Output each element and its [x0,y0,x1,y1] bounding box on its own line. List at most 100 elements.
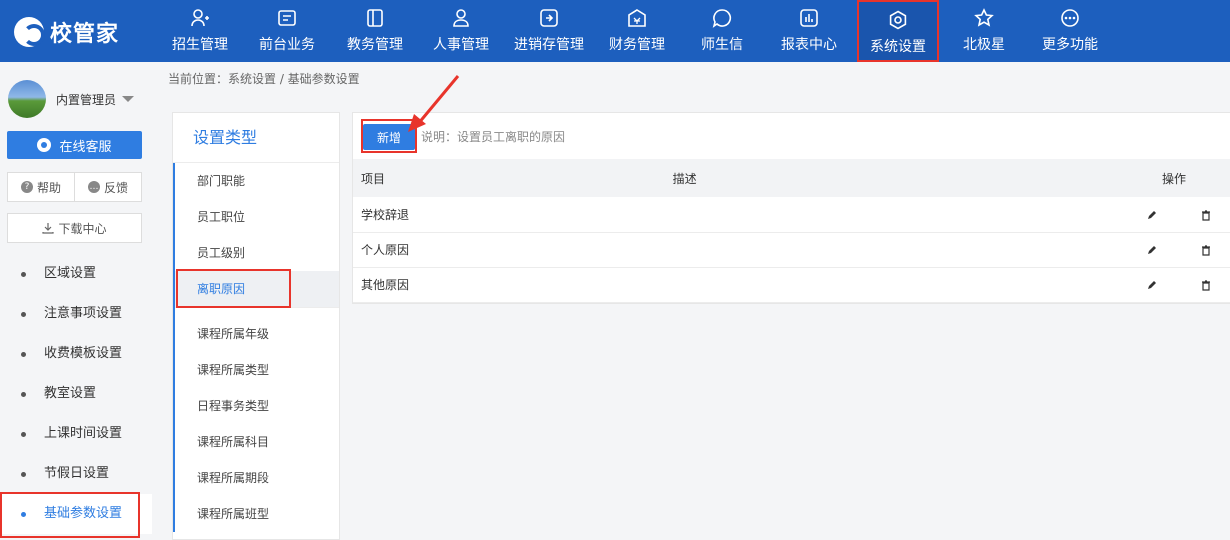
cell-desc [672,197,1123,233]
feedback-label: 反馈 [103,180,128,195]
nav-label: 人事管理 [433,37,489,53]
nav-item-system-settings[interactable]: 系统设置 [857,0,939,62]
online-service-label: 在线客服 [59,139,112,155]
help-icon: ? [20,181,33,193]
cell-item: 其他原因 [353,267,673,303]
chart-icon [800,9,818,27]
type-item-position[interactable]: 员工职位 [175,199,339,235]
nav-item-front-desk[interactable]: 前台业务 [247,0,327,62]
front-desk-icon [278,10,296,26]
person-icon [453,9,469,27]
table-header: 项目 描述 操作 [353,159,1230,197]
trash-icon [1202,210,1210,221]
download-label: 下载中心 [58,221,107,236]
table-row: 学校辞退 [353,197,1230,233]
cell-item: 学校辞退 [353,197,673,233]
user-menu[interactable]: 内置管理员 [8,80,135,118]
user-name: 内置管理员 [56,92,117,107]
reasons-table: 项目 描述 操作 学校辞退 个人原因 其他原因 [353,159,1230,303]
nav-item-polaris[interactable]: 北极星 [944,0,1024,62]
sidebar-item-basic-params[interactable]: 基础参数设置 [0,494,152,534]
edit-icon [1148,281,1157,289]
nav-item-academic[interactable]: 教务管理 [335,0,415,62]
more-icon [1061,9,1079,27]
main-panel: 新增 说明：设置员工离职的原因 项目 描述 操作 学校辞退 个人原因 其他原因 [352,112,1230,304]
column-header-desc: 描述 [672,159,1123,197]
edit-icon [1148,210,1157,219]
sidebar-item-fee-template[interactable]: 收费模板设置 [0,334,152,374]
cell-desc [672,232,1123,268]
sidebar-item-region[interactable]: 区域设置 [0,254,152,294]
nav-label: 进销存管理 [514,37,584,53]
type-item-course-grade[interactable]: 课程所属年级 [175,316,339,352]
nav-label: 师生信 [701,37,743,53]
app-logo[interactable]: 校管家 [14,16,119,48]
type-item-level[interactable]: 员工级别 [175,235,339,271]
trash-icon [1202,245,1210,256]
nav-label: 报表中心 [781,37,837,53]
sidebar-item-class-time[interactable]: 上课时间设置 [0,414,152,454]
download-center-button[interactable]: 下载中心 [7,213,142,243]
nav-item-more[interactable]: 更多功能 [1030,0,1110,62]
add-button[interactable]: 新增 [363,124,415,150]
feedback-icon: … [87,181,100,193]
cell-desc [672,267,1123,303]
settings-menu: 区域设置 注意事项设置 收费模板设置 教室设置 上课时间设置 节假日设置 基础参… [0,254,152,534]
logo-text: 校管家 [50,22,120,47]
nav-label: 更多功能 [1042,37,1098,53]
settings-icon [889,10,907,30]
edit-button[interactable] [1122,232,1182,268]
avatar [8,80,46,118]
table-row: 个人原因 [353,232,1230,268]
type-item-department[interactable]: 部门职能 [175,163,339,199]
nav-label: 前台业务 [259,37,315,53]
delete-button[interactable] [1182,197,1230,233]
person-add-icon [191,9,209,27]
delete-button[interactable] [1182,232,1230,268]
type-panel-title: 设置类型 [173,113,339,163]
hint-text: 说明：设置员工离职的原因 [421,130,566,144]
column-header-ops: 操作 [1122,159,1230,197]
feedback-button[interactable]: … 反馈 [74,173,141,201]
inventory-icon [540,9,558,27]
type-item-course-type[interactable]: 课程所属类型 [175,352,339,388]
nav-item-inventory[interactable]: 进销存管理 [506,0,592,62]
type-list: 部门职能 员工职位 员工级别 离职原因 课程所属年级 课程所属类型 日程事务类型… [173,163,339,532]
nav-label: 招生管理 [172,37,228,53]
edit-button[interactable] [1122,197,1182,233]
chevron-down-icon [122,96,135,102]
edit-button[interactable] [1122,267,1182,303]
nav-item-hr[interactable]: 人事管理 [421,0,501,62]
help-button[interactable]: ? 帮助 [8,173,74,201]
nav-label: 北极星 [963,37,1005,53]
finance-icon [628,9,646,27]
help-feedback-row: ? 帮助 … 反馈 [7,172,142,202]
book-icon [367,9,383,27]
online-service-button[interactable]: 在线客服 [7,131,142,159]
table-row: 其他原因 [353,267,1230,303]
left-sidebar: 内置管理员 在线客服 ? 帮助 … 反馈 下载中心 区域设置 注意事项设置 收费… [0,62,152,540]
nav-label: 财务管理 [609,37,665,53]
trash-icon [1202,280,1210,291]
sidebar-item-classroom[interactable]: 教室设置 [0,374,152,414]
sidebar-item-notices[interactable]: 注意事项设置 [0,294,152,334]
type-item-course-subject[interactable]: 课程所属科目 [175,424,339,460]
edit-icon [1148,246,1157,254]
nav-item-reports[interactable]: 报表中心 [769,0,849,62]
column-header-item: 项目 [353,159,673,197]
nav-item-admissions[interactable]: 招生管理 [160,0,240,62]
toolbar: 新增 说明：设置员工离职的原因 [353,113,1230,159]
nav-label: 系统设置 [870,39,926,55]
type-item-class-type[interactable]: 课程所属班型 [175,496,339,532]
delete-button[interactable] [1182,267,1230,303]
type-item-resign-reason[interactable]: 离职原因 [175,271,339,307]
settings-type-panel: 设置类型 部门职能 员工职位 员工级别 离职原因 课程所属年级 课程所属类型 日… [172,112,340,540]
breadcrumb: 当前位置：系统设置 / 基础参数设置 [168,72,360,86]
logo-icon [14,17,45,47]
nav-item-messages[interactable]: 师生信 [682,0,762,62]
sidebar-item-holidays[interactable]: 节假日设置 [0,454,152,494]
type-item-schedule-type[interactable]: 日程事务类型 [175,388,339,424]
nav-item-finance[interactable]: 财务管理 [597,0,677,62]
message-icon [712,9,732,28]
type-item-course-period[interactable]: 课程所属期段 [175,460,339,496]
